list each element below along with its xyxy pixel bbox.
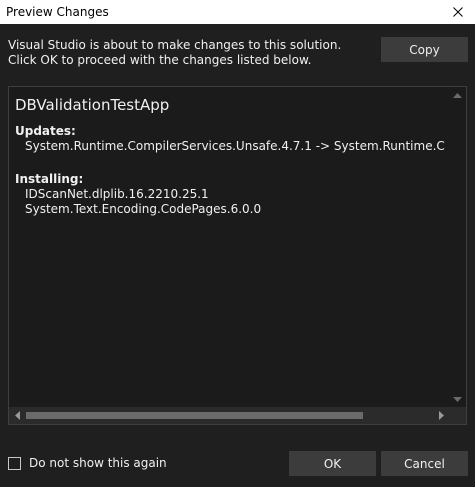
scroll-right-button[interactable] — [433, 407, 450, 424]
vertical-scrollbar[interactable] — [449, 87, 466, 408]
ok-button[interactable]: OK — [289, 451, 376, 476]
scroll-left-button[interactable] — [9, 407, 26, 424]
copy-button[interactable]: Copy — [381, 37, 468, 62]
title-bar: Preview Changes — [0, 0, 475, 24]
scroll-down-button[interactable] — [449, 391, 466, 408]
chevron-right-icon — [439, 411, 444, 420]
chevron-up-icon — [453, 93, 462, 98]
do-not-show-again-option[interactable]: Do not show this again — [8, 455, 167, 471]
close-icon — [453, 7, 463, 17]
do-not-show-again-checkbox[interactable] — [8, 456, 21, 470]
project-name: DBValidationTestApp — [15, 96, 170, 114]
install-item: IDScanNet.dlplib.16.2210.25.1 — [25, 187, 209, 201]
changes-panel[interactable]: DBValidationTestApp Updates: System.Runt… — [8, 86, 467, 425]
cancel-button[interactable]: Cancel — [381, 451, 468, 476]
do-not-show-again-label[interactable]: Do not show this again — [29, 456, 167, 470]
installing-heading: Installing: — [15, 172, 84, 186]
horizontal-scrollbar[interactable] — [9, 407, 450, 424]
updates-heading: Updates: — [15, 124, 76, 138]
scrollbar-corner — [449, 407, 466, 424]
scroll-up-button[interactable] — [449, 87, 466, 104]
install-item: System.Text.Encoding.CodePages.6.0.0 — [25, 202, 262, 216]
chevron-left-icon — [15, 411, 20, 420]
chevron-down-icon — [453, 397, 462, 402]
instruction-message: Visual Studio is about to make changes t… — [8, 38, 342, 67]
preview-changes-dialog: Preview Changes Visual Studio is about t… — [0, 0, 475, 487]
changes-list: DBValidationTestApp Updates: System.Runt… — [15, 93, 445, 407]
horizontal-scroll-thumb[interactable] — [26, 412, 363, 419]
close-button[interactable] — [441, 0, 475, 24]
window-title: Preview Changes — [6, 5, 109, 19]
update-item: System.Runtime.CompilerServices.Unsafe.4… — [25, 139, 445, 153]
